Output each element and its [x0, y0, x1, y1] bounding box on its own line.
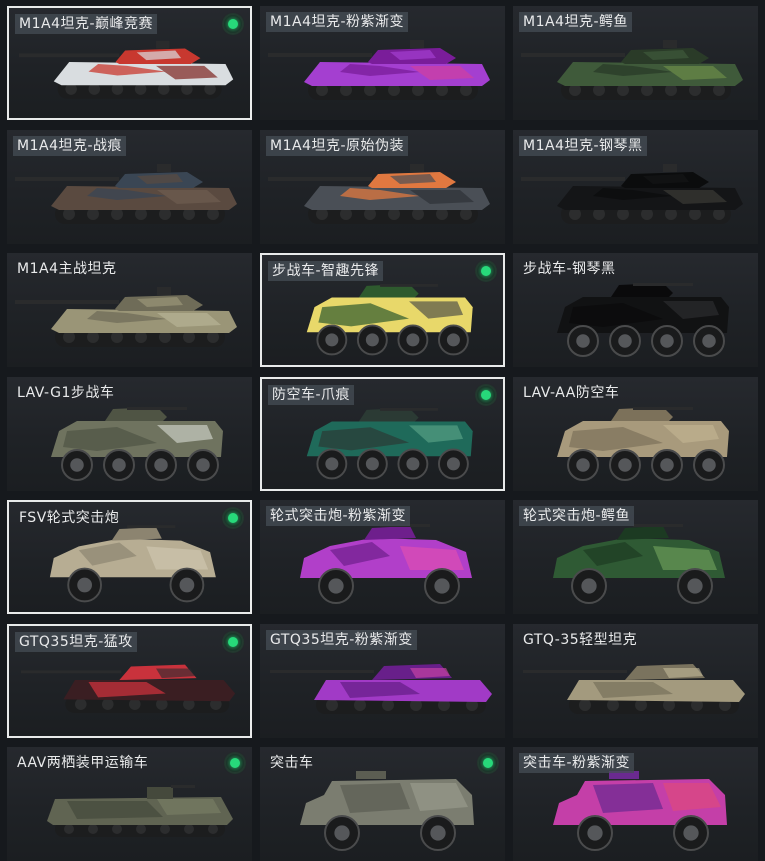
owned-status-icon — [224, 509, 242, 527]
skin-name-label: 轮式突击炮-鳄鱼 — [519, 506, 635, 526]
skin-card[interactable]: LAV-AA防空车 — [513, 376, 758, 491]
skin-name-label: GTQ35坦克-粉紫渐变 — [266, 629, 417, 650]
skin-card[interactable]: GTQ35坦克-猛攻 — [7, 623, 252, 738]
skin-card[interactable]: 步战车-智趣先锋 — [260, 253, 505, 367]
skin-card[interactable]: M1A4主战坦克 — [7, 253, 252, 367]
skin-card[interactable]: GTQ-35轻型坦克 — [513, 623, 758, 738]
skin-card[interactable]: 轮式突击炮-粉紫渐变 — [260, 500, 505, 614]
skin-name-label: 突击车-粉紫渐变 — [519, 753, 635, 773]
skin-name-label: GTQ35坦克-猛攻 — [15, 631, 137, 652]
skin-card[interactable]: 突击车 — [260, 747, 505, 861]
skin-name-label: 轮式突击炮-粉紫渐变 — [266, 506, 411, 526]
skin-card[interactable]: AAV两栖装甲运输车 — [7, 747, 252, 861]
vehicle-skin-grid: M1A4坦克-巅峰竞赛 M1A4坦克-粉紫渐变 M1A4坦克-鳄鱼 M1A4坦克-战痕… — [0, 0, 765, 861]
owned-status-icon — [226, 754, 244, 772]
skin-name-label: LAV-G1步战车 — [17, 384, 115, 401]
skin-card[interactable]: M1A4坦克-粉紫渐变 — [260, 6, 505, 120]
skin-name-label: M1A4主战坦克 — [17, 261, 117, 277]
skin-card[interactable]: LAV-G1步战车 — [7, 376, 252, 491]
owned-status-icon — [477, 385, 495, 404]
skin-name-label: M1A4坦克-粉紫渐变 — [266, 12, 409, 32]
skin-name-label: FSV轮式突击炮 — [19, 510, 120, 526]
skin-name-label: M1A4坦克-战痕 — [13, 135, 127, 156]
skin-name-label: AAV两栖装甲运输车 — [17, 755, 149, 771]
skin-card[interactable]: 步战车-钢琴黑 — [513, 253, 758, 367]
owned-status-icon — [479, 754, 497, 772]
skin-name-label: M1A4坦克-原始伪装 — [266, 135, 409, 156]
skin-card[interactable]: FSV轮式突击炮 — [7, 500, 252, 614]
skin-name-label: M1A4坦克-巅峰竞赛 — [15, 14, 158, 34]
skin-card[interactable]: 轮式突击炮-鳄鱼 — [513, 500, 758, 614]
skin-name-label: GTQ-35轻型坦克 — [523, 631, 638, 648]
skin-name-label: 防空车-爪痕 — [268, 384, 355, 405]
skin-name-label: 步战车-智趣先锋 — [268, 261, 384, 281]
owned-status-icon — [224, 15, 242, 33]
skin-card[interactable]: M1A4坦克-鳄鱼 — [513, 6, 758, 120]
skin-name-label: M1A4坦克-鳄鱼 — [519, 12, 633, 32]
owned-status-icon — [224, 632, 242, 651]
skin-name-label: LAV-AA防空车 — [523, 384, 620, 401]
skin-card[interactable]: M1A4坦克-巅峰竞赛 — [7, 6, 252, 120]
skin-name-label: 步战车-钢琴黑 — [523, 261, 616, 277]
skin-card[interactable]: M1A4坦克-钢琴黑 — [513, 129, 758, 244]
skin-card[interactable]: M1A4坦克-战痕 — [7, 129, 252, 244]
skin-name-label: 突击车 — [270, 755, 314, 771]
skin-card[interactable]: M1A4坦克-原始伪装 — [260, 129, 505, 244]
skin-card[interactable]: 突击车-粉紫渐变 — [513, 747, 758, 861]
skin-card[interactable]: 防空车-爪痕 — [260, 376, 505, 491]
owned-status-icon — [477, 262, 495, 280]
skin-name-label: M1A4坦克-钢琴黑 — [519, 135, 647, 156]
skin-card[interactable]: GTQ35坦克-粉紫渐变 — [260, 623, 505, 738]
